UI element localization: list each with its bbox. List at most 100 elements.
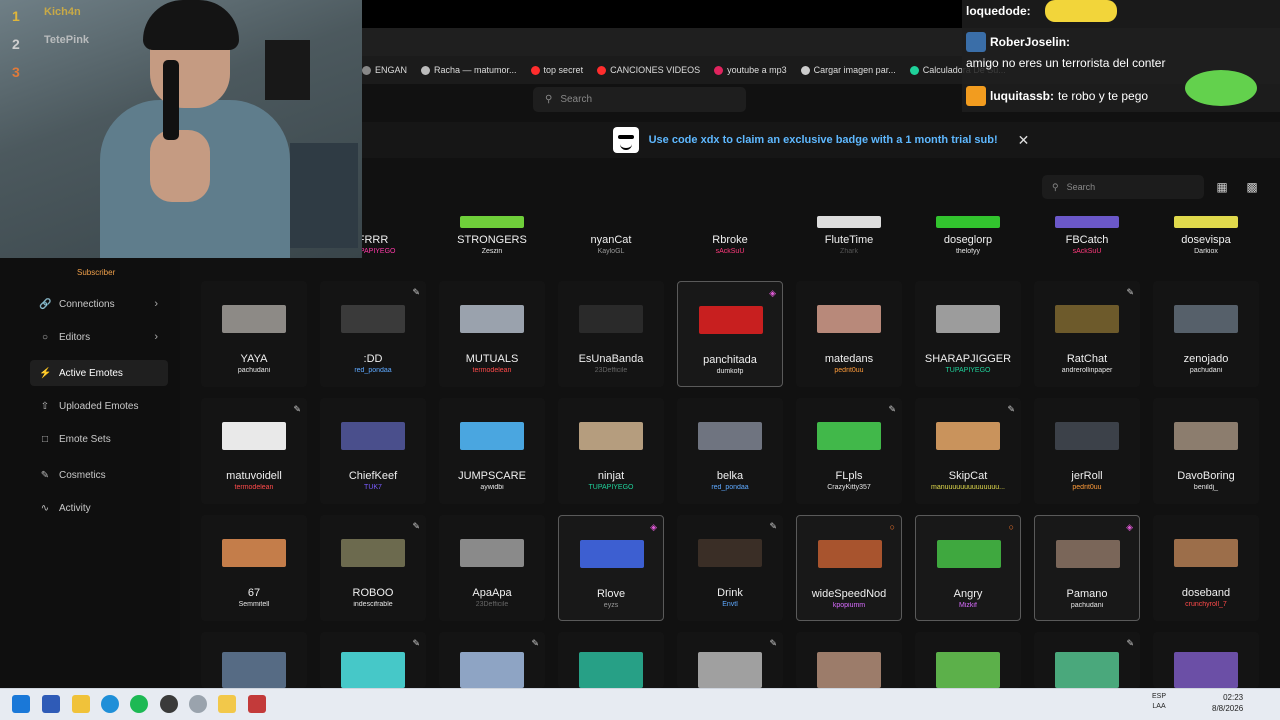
emote-card[interactable]: belka red_pondaa bbox=[677, 398, 783, 504]
app-icon[interactable] bbox=[189, 695, 207, 713]
emote-name: wideSpeedNod bbox=[811, 588, 887, 600]
bookmark-item[interactable]: youtube a mp3 bbox=[714, 65, 787, 75]
pencil-icon: ✎ bbox=[412, 638, 420, 648]
file-explorer-icon[interactable] bbox=[72, 695, 90, 713]
emote-owner: andrerollinpaper bbox=[1061, 367, 1113, 374]
emote-card[interactable]: matedans pedrit0uu bbox=[796, 281, 902, 387]
pencil-icon: ✎ bbox=[412, 287, 420, 297]
emote-card[interactable]: Pamano pachudani ◈ bbox=[1034, 515, 1140, 621]
emote-card[interactable]: jerRoll pedrit0uu bbox=[1034, 398, 1140, 504]
close-icon[interactable]: ✕ bbox=[1018, 132, 1030, 149]
language-indicator[interactable]: ESP LAA bbox=[1152, 692, 1166, 712]
emote-card[interactable]: FluteTime Zhark bbox=[796, 216, 902, 258]
emote-card[interactable]: JUMPSCARE aywidbi bbox=[439, 398, 545, 504]
emote-card[interactable]: FLpls CrazyKitty357 ✎ bbox=[796, 398, 902, 504]
bookmark-label: CANCIONES VIDEOS bbox=[610, 65, 701, 75]
emote-card[interactable]: SHARAPJIGGER TUPAPIYEGO bbox=[915, 281, 1021, 387]
emote-card[interactable]: FBCatch sAckSuU bbox=[1034, 216, 1140, 258]
emote-card[interactable]: EsUnaBanda 23Defficile bbox=[558, 281, 664, 387]
bookmark-icon bbox=[421, 65, 431, 75]
sidebar-item-activity[interactable]: ∿ Activity bbox=[30, 495, 168, 521]
site-search-input[interactable]: ⚲ Search bbox=[533, 87, 746, 112]
emote-card[interactable]: SkipCat manuuuuuuuuuuuuuu... ✎ bbox=[915, 398, 1021, 504]
bookmark-icon bbox=[909, 65, 919, 75]
bookmark-item[interactable]: Cargar imagen par... bbox=[800, 65, 896, 75]
chat-message: loquedode: bbox=[966, 4, 1035, 18]
search-icon: ⚲ bbox=[1052, 181, 1059, 192]
promo-banner-text: Use code xdx to claim an exclusive badge… bbox=[648, 134, 998, 146]
webcam-person-hand bbox=[150, 130, 210, 202]
emote-card[interactable]: ✎ bbox=[439, 632, 545, 688]
sidebar-item-uploaded-emotes[interactable]: ⇧ Uploaded Emotes bbox=[30, 393, 168, 419]
emote-card[interactable]: STRONGERS Zeszin bbox=[439, 216, 545, 258]
emote-card[interactable]: matuvoidell termodelean ✎ bbox=[201, 398, 307, 504]
emote-card[interactable]: 67 Semmitell bbox=[201, 515, 307, 621]
emote-card[interactable]: dosevispa Darkiox bbox=[1153, 216, 1259, 258]
emote-thumbnail bbox=[341, 305, 405, 333]
emote-card[interactable]: Drink Envtl ✎ bbox=[677, 515, 783, 621]
emote-card[interactable]: doseglorp thelofyy bbox=[915, 216, 1021, 258]
emote-search-input[interactable]: ⚲ Search bbox=[1042, 175, 1204, 199]
spotify-icon[interactable] bbox=[130, 695, 148, 713]
emote-owner: termodelean bbox=[234, 484, 274, 491]
emote-card[interactable] bbox=[201, 632, 307, 688]
language-layout: LAA bbox=[1152, 703, 1166, 710]
sidebar-item-emote-sets[interactable]: □ Emote Sets bbox=[30, 426, 168, 452]
emote-card[interactable]: ApaApa 23Defficile bbox=[439, 515, 545, 621]
task-view-icon[interactable] bbox=[42, 695, 60, 713]
emote-card[interactable]: Rlove eyzs ◈ bbox=[558, 515, 664, 621]
edge-browser-icon[interactable] bbox=[101, 695, 119, 713]
emote-card[interactable]: RatChat andrerollinpaper ✎ bbox=[1034, 281, 1140, 387]
emote-card[interactable]: ChiefKeef TUK7 bbox=[320, 398, 426, 504]
bookmark-item[interactable]: ENGAN bbox=[362, 65, 407, 75]
emote-card[interactable]: nyanCat KayloGL bbox=[558, 216, 664, 258]
bookmark-label: youtube a mp3 bbox=[727, 65, 787, 75]
emote-card[interactable]: Rbroke sAckSuU bbox=[677, 216, 783, 258]
emote-card[interactable]: wideSpeedNod kpopiumm ○ bbox=[796, 515, 902, 621]
grid-view-large-icon[interactable]: ▦ bbox=[1212, 177, 1232, 197]
emote-name: ROBOO bbox=[352, 587, 394, 599]
emote-thumbnail bbox=[698, 422, 762, 450]
emote-card[interactable]: DavoBoring benildj_ bbox=[1153, 398, 1259, 504]
sidebar-item-connections[interactable]: 🔗 Connections › bbox=[30, 291, 168, 317]
bookmark-item[interactable]: top secret bbox=[530, 65, 583, 75]
emote-thumbnail bbox=[1174, 216, 1238, 228]
emote-card[interactable]: ROBOO indescifrable ✎ bbox=[320, 515, 426, 621]
emote-card[interactable] bbox=[796, 632, 902, 688]
emote-card[interactable]: ✎ bbox=[677, 632, 783, 688]
webcam-held-object bbox=[163, 60, 179, 140]
emote-card[interactable]: :DD red_pondaa ✎ bbox=[320, 281, 426, 387]
emote-thumbnail bbox=[699, 306, 763, 334]
emote-card[interactable]: zenojado pachudani bbox=[1153, 281, 1259, 387]
emote-card[interactable]: panchitada dumkofp ◈ bbox=[677, 281, 783, 387]
bookmark-item[interactable]: CANCIONES VIDEOS bbox=[597, 65, 700, 75]
emote-card[interactable] bbox=[915, 632, 1021, 688]
folder-icon: □ bbox=[41, 433, 49, 445]
emote-name: ApaApa bbox=[472, 587, 512, 599]
sidebar-item-editors[interactable]: ○ Editors › bbox=[30, 324, 168, 350]
emote-card[interactable]: Angry Mizkif ○ bbox=[915, 515, 1021, 621]
pencil-icon: ✎ bbox=[769, 521, 777, 531]
chat-username: luquitassb: bbox=[990, 89, 1055, 103]
sidebar-item-active-emotes[interactable]: ⚡ Active Emotes bbox=[30, 360, 168, 386]
emote-card[interactable] bbox=[558, 632, 664, 688]
chat-text: amigo no eres un terrorista del conter bbox=[966, 56, 1166, 70]
emote-card[interactable]: MUTUALS termodelean bbox=[439, 281, 545, 387]
windows-start-icon[interactable] bbox=[12, 695, 30, 713]
obs-icon[interactable] bbox=[160, 695, 178, 713]
taskbar-clock[interactable]: 02:23 8/8/2026 bbox=[1212, 692, 1243, 714]
grid-view-small-icon[interactable]: ▩ bbox=[1242, 177, 1262, 197]
emote-card[interactable]: ninjat TUPAPIYEGO bbox=[558, 398, 664, 504]
bookmark-item[interactable]: Racha — matumor... bbox=[421, 65, 517, 75]
emote-card[interactable]: ✎ bbox=[320, 632, 426, 688]
search-icon: ⚲ bbox=[545, 94, 553, 105]
sidebar-item-cosmetics[interactable]: ✎ Cosmetics bbox=[30, 462, 168, 488]
app-icon[interactable] bbox=[248, 695, 266, 713]
emote-card[interactable] bbox=[1153, 632, 1259, 688]
emote-card[interactable]: ✎ bbox=[1034, 632, 1140, 688]
upload-icon: ⇧ bbox=[40, 400, 50, 412]
app-icon[interactable] bbox=[218, 695, 236, 713]
emote-card[interactable]: doseband crunchyroll_7 bbox=[1153, 515, 1259, 621]
emote-owner: pachudani bbox=[237, 367, 271, 374]
emote-card[interactable]: YAYA pachudani bbox=[201, 281, 307, 387]
